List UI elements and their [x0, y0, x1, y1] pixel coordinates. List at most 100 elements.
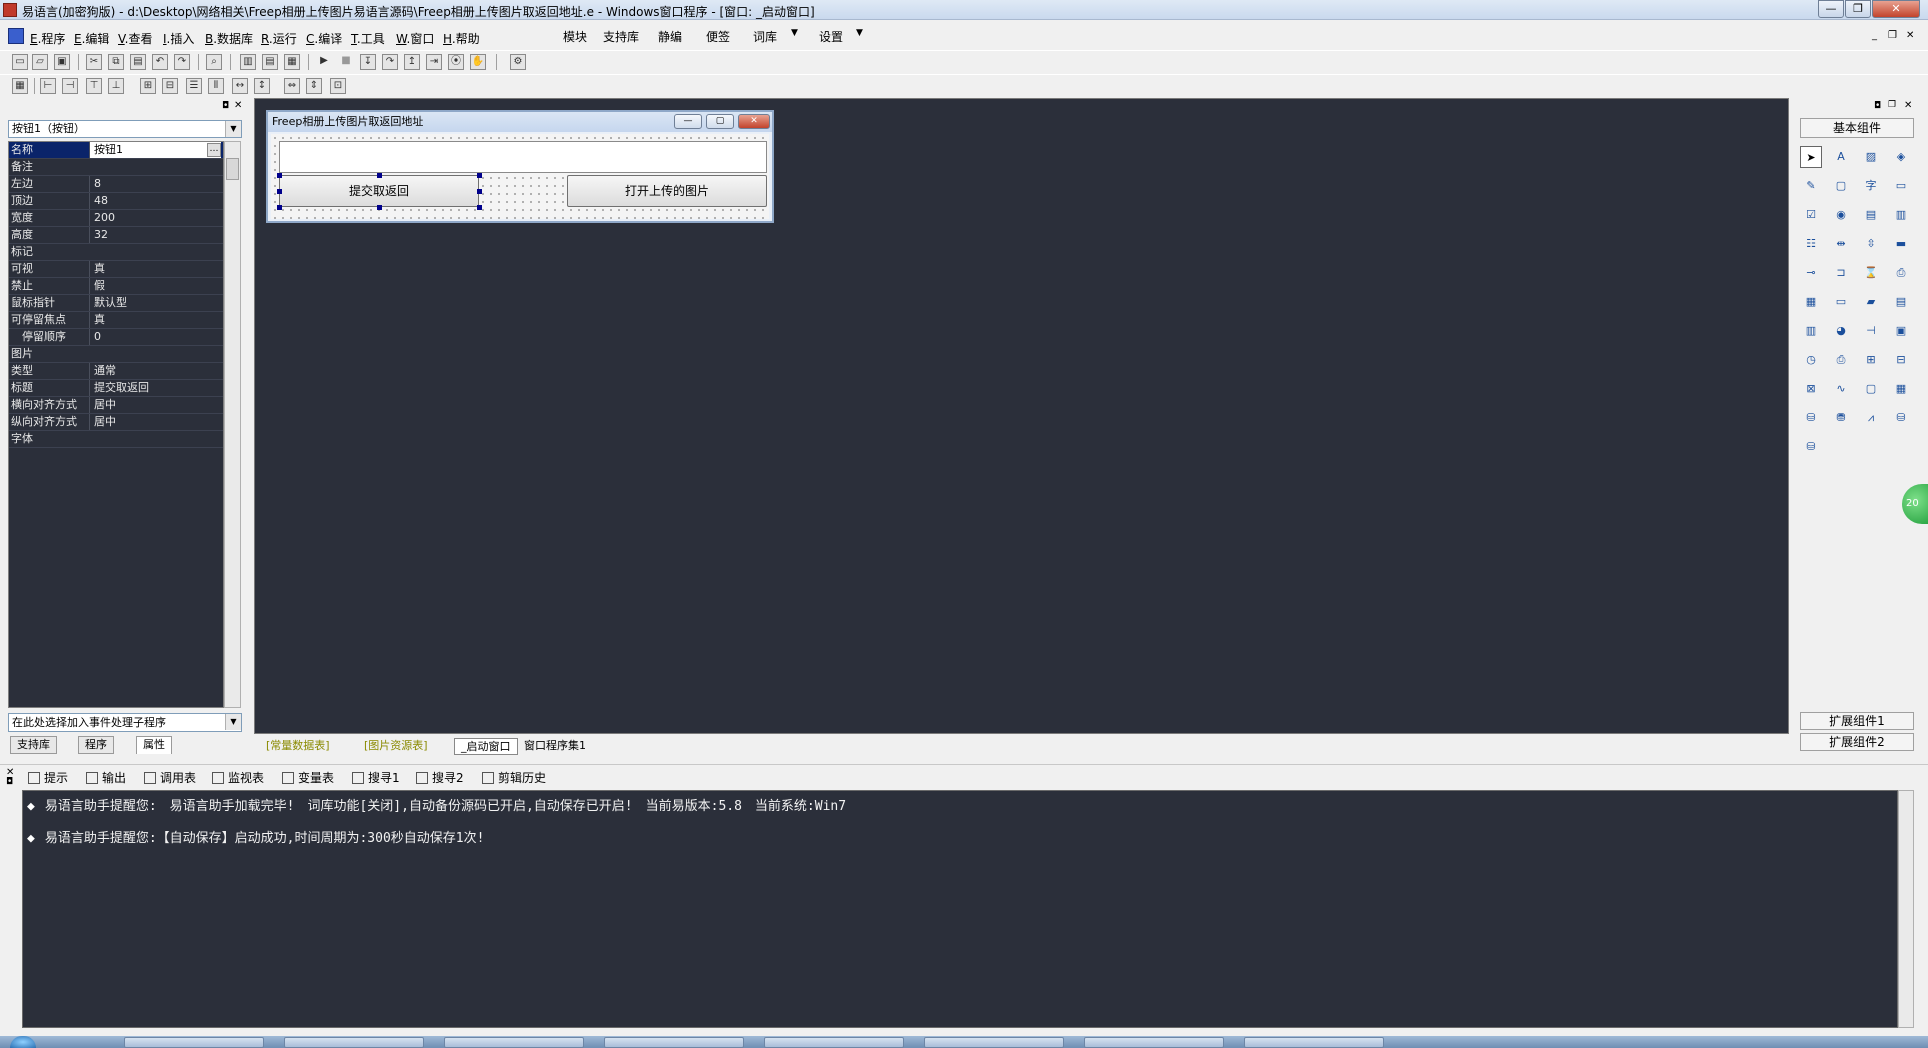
tab-variables[interactable]: 变量表 — [282, 769, 334, 786]
property-row[interactable]: 可视 真 — [9, 261, 223, 278]
center-vertical-icon[interactable]: ⊟ — [162, 78, 178, 94]
menu-insert[interactable]: I.插入 — [163, 30, 194, 47]
property-row[interactable]: 字体 — [9, 431, 223, 448]
layout-top-icon[interactable]: ▤ — [262, 54, 278, 70]
shape-tool-icon[interactable]: ◈ — [1890, 146, 1912, 168]
event-handler-select[interactable]: 在此处选择加入事件处理子程序 ▼ — [8, 713, 242, 732]
form-window[interactable]: Freep相册上传图片取返回地址 — ▢ ✕ 提交取返回 打开上传的图片 — [266, 110, 774, 223]
mdi-close-icon[interactable]: ✕ — [1906, 30, 1914, 41]
menu-program[interactable]: E.程序 — [30, 30, 65, 47]
tab-output[interactable]: 输出 — [86, 769, 126, 786]
ext-components-1[interactable]: 扩展组件1 — [1800, 712, 1914, 730]
open-image-button[interactable]: 打开上传的图片 — [567, 175, 767, 207]
property-value[interactable]: 通常 — [89, 363, 221, 379]
menu-edit[interactable]: E.编辑 — [74, 30, 109, 47]
clock-tool-icon[interactable]: ◷ — [1800, 349, 1822, 371]
property-row[interactable]: 名称 按钮1… — [9, 142, 223, 159]
menu-view[interactable]: V.查看 — [118, 30, 153, 47]
selectlist-tool-icon[interactable]: ☷ — [1800, 233, 1822, 255]
space-horizontal-icon[interactable]: ⦀ — [208, 78, 224, 94]
taskbar-button[interactable] — [924, 1037, 1064, 1048]
property-row[interactable]: 横向对齐方式 居中 — [9, 397, 223, 414]
url-textbox[interactable] — [279, 141, 767, 173]
db-tool-icon[interactable]: ◕ — [1830, 320, 1852, 342]
selection-handle[interactable] — [377, 205, 382, 210]
odbc-tool-icon[interactable]: ⛁ — [1890, 407, 1912, 429]
output-panel[interactable]: ◆ 易语言助手提醒您: 易语言助手加载完毕! 词库功能[关闭],自动备份源码已开启… — [22, 790, 1898, 1028]
form-body[interactable]: 提交取返回 打开上传的图片 — [271, 134, 769, 219]
menu-tools[interactable]: T.工具 — [351, 30, 385, 47]
hscroll-tool-icon[interactable]: ⇹ — [1830, 233, 1852, 255]
pointer-tool-icon[interactable]: ➤ — [1800, 146, 1822, 168]
menu-support-lib[interactable]: 支持库 — [603, 28, 639, 45]
taskbar-button[interactable] — [444, 1037, 584, 1048]
space-vertical-icon[interactable]: ☰ — [186, 78, 202, 94]
fit-size-icon[interactable]: ⊡ — [330, 78, 346, 94]
panel-close-icon[interactable]: ✕ — [234, 100, 242, 111]
grid-tool-icon[interactable]: ▦ — [1890, 378, 1912, 400]
new-file-icon[interactable]: ▭ — [12, 54, 28, 70]
selection-handle[interactable] — [477, 205, 482, 210]
timer-tool-icon[interactable]: ⌛ — [1860, 262, 1882, 284]
property-value[interactable]: 32 — [89, 227, 221, 243]
listbox-tool-icon[interactable]: ▥ — [1890, 204, 1912, 226]
taskbar-button[interactable] — [764, 1037, 904, 1048]
property-row[interactable]: 顶边 48 — [9, 193, 223, 210]
tab-tool-icon[interactable]: ⊐ — [1830, 262, 1852, 284]
center-horizontal-icon[interactable]: ⊞ — [140, 78, 156, 94]
property-row[interactable]: 标记 — [9, 244, 223, 261]
toolbox-close-icon[interactable]: ✕ — [1904, 100, 1912, 111]
form-minimize-icon[interactable]: — — [674, 114, 702, 129]
slider-tool-icon[interactable]: ⊸ — [1800, 262, 1822, 284]
edit-tool-icon[interactable]: ✎ — [1800, 175, 1822, 197]
ellipsis-button[interactable]: … — [207, 143, 221, 157]
submit-button[interactable]: 提交取返回 — [279, 175, 479, 207]
chart-tool-icon[interactable]: ▥ — [1800, 320, 1822, 342]
property-row[interactable]: 鼠标指针 默认型 — [9, 295, 223, 312]
paste-icon[interactable]: ▤ — [130, 54, 146, 70]
tab-call-stack[interactable]: 调用表 — [144, 769, 196, 786]
property-row[interactable]: 停留顺序 0 — [9, 329, 223, 346]
folder-tool-icon[interactable]: ▰ — [1860, 291, 1882, 313]
database2-tool-icon[interactable]: ⛃ — [1830, 407, 1852, 429]
property-row[interactable]: 宽度 200 — [9, 210, 223, 227]
tab-program[interactable]: 程序 — [78, 736, 114, 754]
taskbar-button[interactable] — [1244, 1037, 1384, 1048]
property-row[interactable]: 可停留焦点 真 — [9, 312, 223, 329]
property-scrollbar[interactable] — [224, 141, 241, 708]
property-value[interactable]: 提交取返回 — [89, 380, 221, 396]
property-row[interactable]: 图片 — [9, 346, 223, 363]
open-file-icon[interactable]: ▱ — [32, 54, 48, 70]
find-icon[interactable]: ⌕ — [206, 54, 222, 70]
toolbox-pin-icon[interactable]: ◘ — [1874, 101, 1881, 111]
selection-handle[interactable] — [477, 173, 482, 178]
property-row[interactable]: 禁止 假 — [9, 278, 223, 295]
run-to-cursor-icon[interactable]: ⇥ — [426, 54, 442, 70]
output-scrollbar[interactable] — [1898, 790, 1914, 1028]
menu-database[interactable]: B.数据库 — [205, 30, 253, 47]
taskbar-button[interactable] — [284, 1037, 424, 1048]
document-tool-icon[interactable]: ▤ — [1890, 291, 1912, 313]
chevron-down-icon[interactable]: ▼ — [225, 714, 241, 730]
save-icon[interactable]: ▣ — [54, 54, 70, 70]
mdi-restore-icon[interactable]: ❐ — [1888, 30, 1897, 41]
start-icon[interactable] — [10, 1036, 36, 1048]
align-right-icon[interactable]: ⊣ — [62, 78, 78, 94]
property-row[interactable]: 标题 提交取返回 — [9, 380, 223, 397]
tab-watch[interactable]: 监视表 — [212, 769, 264, 786]
radio-tool-icon[interactable]: ◉ — [1830, 204, 1852, 226]
tab-image-resources[interactable]: [图片资源表] — [358, 738, 434, 755]
selection-handle[interactable] — [477, 189, 482, 194]
property-row[interactable]: 纵向对齐方式 居中 — [9, 414, 223, 431]
object-select[interactable]: 按钮1（按钮） ▼ — [8, 120, 242, 138]
close-button[interactable]: ✕ — [1872, 0, 1920, 18]
combobox-tool-icon[interactable]: ▤ — [1860, 204, 1882, 226]
menu-run[interactable]: R.运行 — [261, 30, 297, 47]
align-top-icon[interactable]: ⊤ — [86, 78, 102, 94]
same-size-icon[interactable]: ⇔ — [284, 78, 300, 94]
menu-settings[interactable]: 设置 — [819, 28, 843, 45]
property-row[interactable]: 备注 — [9, 159, 223, 176]
grid-icon[interactable]: ▦ — [12, 78, 28, 94]
menu-notes[interactable]: 便签 — [706, 28, 730, 45]
taskbar-button[interactable] — [124, 1037, 264, 1048]
